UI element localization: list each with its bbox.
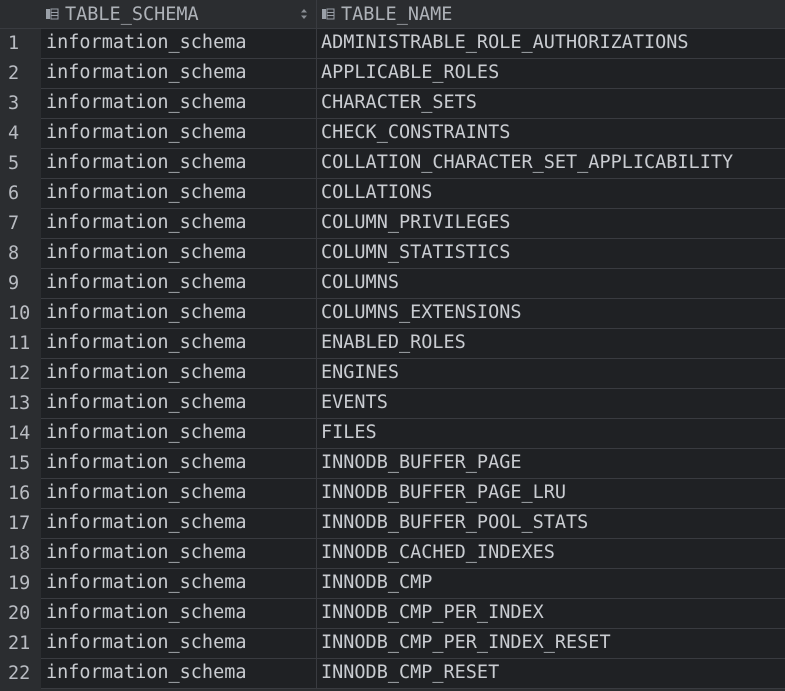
cell-table-schema[interactable]: information_schema: [41, 179, 317, 209]
cell-table-schema[interactable]: information_schema: [41, 149, 317, 179]
row-number: 1: [0, 29, 41, 59]
row-number: 19: [0, 569, 41, 599]
cell-table-name[interactable]: INNODB_BUFFER_PAGE_LRU: [317, 479, 785, 509]
cell-table-name[interactable]: ENABLED_ROLES: [317, 329, 785, 359]
cell-table-name[interactable]: ADMINISTRABLE_ROLE_AUTHORIZATIONS: [317, 29, 785, 59]
table-row[interactable]: 12 information_schema ENGINES: [0, 359, 785, 389]
row-number: 9: [0, 269, 41, 299]
column-header-label: TABLE_NAME: [341, 3, 453, 25]
cell-table-schema[interactable]: information_schema: [41, 119, 317, 149]
cell-table-name[interactable]: APPLICABLE_ROLES: [317, 59, 785, 89]
row-number: 2: [0, 59, 41, 89]
grid-body: 1 information_schema ADMINISTRABLE_ROLE_AU…: [0, 29, 785, 689]
cell-table-name[interactable]: COLUMN_PRIVILEGES: [317, 209, 785, 239]
cell-table-schema[interactable]: information_schema: [41, 359, 317, 389]
row-number: 13: [0, 389, 41, 419]
table-row[interactable]: 16 information_schema INNODB_BUFFER_PAGE_L…: [0, 479, 785, 509]
table-row[interactable]: 2 information_schema APPLICABLE_ROLES: [0, 59, 785, 89]
table-row[interactable]: 5 information_schema COLLATION_CHARACTER_S…: [0, 149, 785, 179]
cell-table-name[interactable]: FILES: [317, 419, 785, 449]
column-header-table-schema[interactable]: TABLE_SCHEMA: [41, 0, 317, 28]
cell-table-name[interactable]: EVENTS: [317, 389, 785, 419]
table-row[interactable]: 15 information_schema INNODB_BUFFER_PAGE: [0, 449, 785, 479]
column-header-table-name[interactable]: TABLE_NAME: [317, 0, 785, 28]
row-number: 15: [0, 449, 41, 479]
row-number: 18: [0, 539, 41, 569]
table-row[interactable]: 6 information_schema COLLATIONS: [0, 179, 785, 209]
table-row[interactable]: 3 information_schema CHARACTER_SETS: [0, 89, 785, 119]
cell-table-name[interactable]: INNODB_BUFFER_POOL_STATS: [317, 509, 785, 539]
row-number: 8: [0, 239, 41, 269]
table-row[interactable]: 9 information_schema COLUMNS: [0, 269, 785, 299]
cell-table-schema[interactable]: information_schema: [41, 659, 317, 689]
cell-table-name[interactable]: INNODB_CMP_PER_INDEX: [317, 599, 785, 629]
row-number: 21: [0, 629, 41, 659]
cell-table-name[interactable]: COLUMN_STATISTICS: [317, 239, 785, 269]
cell-table-schema[interactable]: information_schema: [41, 629, 317, 659]
table-row[interactable]: 21 information_schema INNODB_CMP_PER_INDEX…: [0, 629, 785, 659]
row-number: 4: [0, 119, 41, 149]
cell-table-name[interactable]: COLLATIONS: [317, 179, 785, 209]
cell-table-name[interactable]: ENGINES: [317, 359, 785, 389]
cell-table-name[interactable]: COLUMNS_EXTENSIONS: [317, 299, 785, 329]
column-icon: [322, 8, 335, 20]
row-number: 5: [0, 149, 41, 179]
cell-table-schema[interactable]: information_schema: [41, 299, 317, 329]
cell-table-schema[interactable]: information_schema: [41, 599, 317, 629]
row-number: 7: [0, 209, 41, 239]
cell-table-name[interactable]: COLUMNS: [317, 269, 785, 299]
result-grid: TABLE_SCHEMA TABLE_NAME 1 information_sch…: [0, 0, 785, 691]
table-row[interactable]: 11 information_schema ENABLED_ROLES: [0, 329, 785, 359]
row-number: 10: [0, 299, 41, 329]
row-number: 14: [0, 419, 41, 449]
row-number: 12: [0, 359, 41, 389]
cell-table-schema[interactable]: information_schema: [41, 449, 317, 479]
cell-table-schema[interactable]: information_schema: [41, 569, 317, 599]
column-icon: [46, 8, 59, 20]
row-number: 3: [0, 89, 41, 119]
sort-arrows-icon[interactable]: [300, 8, 308, 20]
table-row[interactable]: 1 information_schema ADMINISTRABLE_ROLE_AU…: [0, 29, 785, 59]
cell-table-name[interactable]: INNODB_CACHED_INDEXES: [317, 539, 785, 569]
row-number: 20: [0, 599, 41, 629]
row-number-header: [0, 0, 41, 28]
cell-table-schema[interactable]: information_schema: [41, 329, 317, 359]
row-number: 16: [0, 479, 41, 509]
table-row[interactable]: 14 information_schema FILES: [0, 419, 785, 449]
cell-table-schema[interactable]: information_schema: [41, 539, 317, 569]
table-row[interactable]: 20 information_schema INNODB_CMP_PER_INDEX: [0, 599, 785, 629]
cell-table-schema[interactable]: information_schema: [41, 479, 317, 509]
table-row[interactable]: 19 information_schema INNODB_CMP: [0, 569, 785, 599]
row-number: 17: [0, 509, 41, 539]
row-number: 6: [0, 179, 41, 209]
table-row[interactable]: 22 information_schema INNODB_CMP_RESET: [0, 659, 785, 689]
cell-table-name[interactable]: CHECK_CONSTRAINTS: [317, 119, 785, 149]
row-number: 22: [0, 659, 41, 689]
table-row[interactable]: 7 information_schema COLUMN_PRIVILEGES: [0, 209, 785, 239]
cell-table-name[interactable]: INNODB_BUFFER_PAGE: [317, 449, 785, 479]
cell-table-schema[interactable]: information_schema: [41, 419, 317, 449]
cell-table-schema[interactable]: information_schema: [41, 89, 317, 119]
cell-table-schema[interactable]: information_schema: [41, 389, 317, 419]
cell-table-schema[interactable]: information_schema: [41, 29, 317, 59]
grid-header: TABLE_SCHEMA TABLE_NAME: [0, 0, 785, 29]
cell-table-schema[interactable]: information_schema: [41, 269, 317, 299]
cell-table-schema[interactable]: information_schema: [41, 59, 317, 89]
table-row[interactable]: 17 information_schema INNODB_BUFFER_POOL_S…: [0, 509, 785, 539]
cell-table-schema[interactable]: information_schema: [41, 239, 317, 269]
cell-table-schema[interactable]: information_schema: [41, 509, 317, 539]
cell-table-name[interactable]: COLLATION_CHARACTER_SET_APPLICABILITY: [317, 149, 785, 179]
table-row[interactable]: 13 information_schema EVENTS: [0, 389, 785, 419]
column-header-label: TABLE_SCHEMA: [65, 3, 199, 25]
table-row[interactable]: 8 information_schema COLUMN_STATISTICS: [0, 239, 785, 269]
cell-table-schema[interactable]: information_schema: [41, 209, 317, 239]
table-row[interactable]: 10 information_schema COLUMNS_EXTENSIONS: [0, 299, 785, 329]
row-number: 11: [0, 329, 41, 359]
cell-table-name[interactable]: INNODB_CMP: [317, 569, 785, 599]
cell-table-name[interactable]: CHARACTER_SETS: [317, 89, 785, 119]
table-row[interactable]: 4 information_schema CHECK_CONSTRAINTS: [0, 119, 785, 149]
table-row[interactable]: 18 information_schema INNODB_CACHED_INDEXE…: [0, 539, 785, 569]
cell-table-name[interactable]: INNODB_CMP_RESET: [317, 659, 785, 689]
cell-table-name[interactable]: INNODB_CMP_PER_INDEX_RESET: [317, 629, 785, 659]
